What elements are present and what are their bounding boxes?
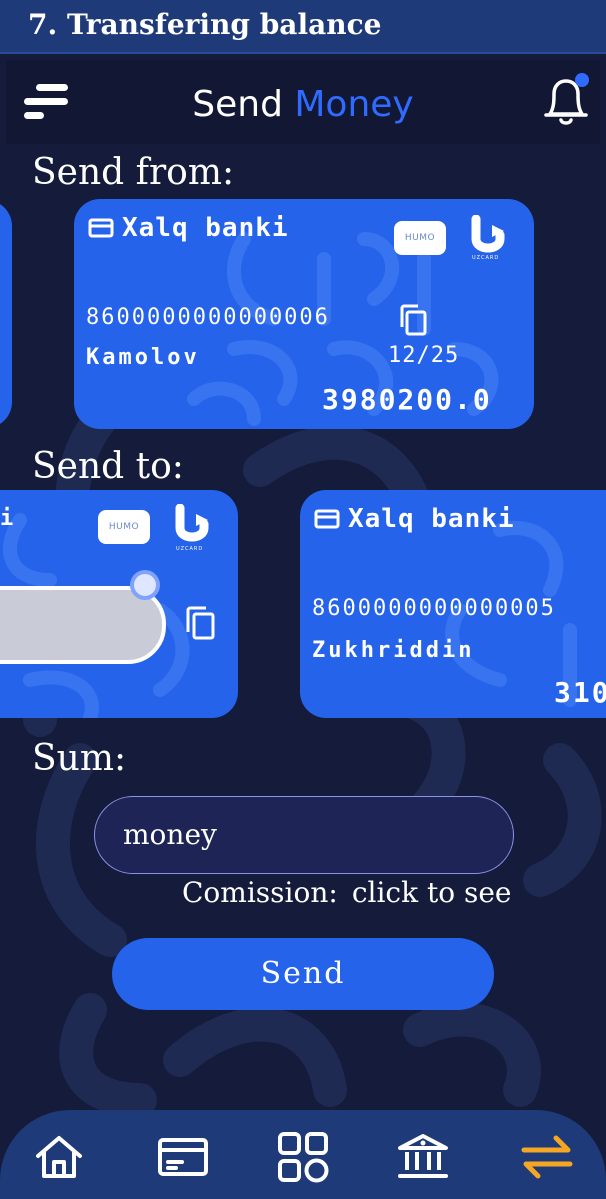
grid-icon[interactable] [276,1130,330,1184]
uzcard-text: UZCARD [472,255,500,261]
notification-dot [575,73,589,87]
card-bank-text: Xalq banki [348,504,515,534]
bottom-nav [0,1110,606,1199]
app-header: Send Money [6,60,600,144]
commission-label: Comission: [182,876,338,909]
send-to-label: Send to: [32,446,184,487]
card-number: 8600000000000006 [86,305,330,330]
card-bank-fragment: i [0,506,14,531]
uzcard-logo [175,504,209,542]
send-from-label: Send from: [32,152,235,193]
page-title: Send Money [6,84,600,125]
card-icon[interactable] [156,1130,210,1184]
caption-title: 7. Transfering balance [28,8,382,41]
sum-label: Sum: [32,738,127,779]
copy-icon[interactable] [398,303,428,337]
commission-link[interactable]: click to see [352,876,512,909]
humo-badge: HUMO [394,221,446,255]
card-bank-name: Xalq banki [88,213,289,243]
card-number: 8600000000000005 [312,596,556,621]
bank-icon[interactable] [396,1130,450,1184]
commission-row: Comission: click to see [182,876,511,909]
card-holder: Zukhriddin [312,638,475,663]
home-icon[interactable] [32,1130,86,1184]
page-title-part1: Send [192,84,283,125]
page-title-part2: Money [294,84,414,125]
card-expiry: 12/25 [388,343,460,368]
input-handle[interactable] [130,570,160,600]
bell-icon[interactable] [538,68,594,128]
uzcard-logo [471,215,505,253]
send-to-card-right[interactable]: Xalq banki 8600000000000005 Zukhriddin 3… [300,490,606,718]
send-from-card[interactable]: Xalq banki HUMO UZCARD 8600000000000006 … [74,199,534,429]
caption-bar: 7. Transfering balance [0,0,606,54]
card-icon [314,509,340,529]
card-balance: 3980200.0 [322,383,492,416]
screen: 7. Transfering balance Send Money Send f… [0,0,606,1199]
uzcard-text: UZCARD [176,546,204,552]
copy-icon[interactable] [184,604,216,642]
card-bank-name: Xalq banki [314,504,515,534]
humo-badge: HUMO [98,510,150,544]
sum-input[interactable]: money [94,796,514,874]
send-button[interactable]: Send [112,938,494,1010]
card-balance: 310 [554,676,606,709]
transfer-icon[interactable] [520,1130,574,1184]
card-bank-text: Xalq banki [122,213,289,243]
card-icon [88,218,114,238]
card-holder: Kamolov [86,345,200,370]
card-peek-left[interactable] [0,200,12,428]
